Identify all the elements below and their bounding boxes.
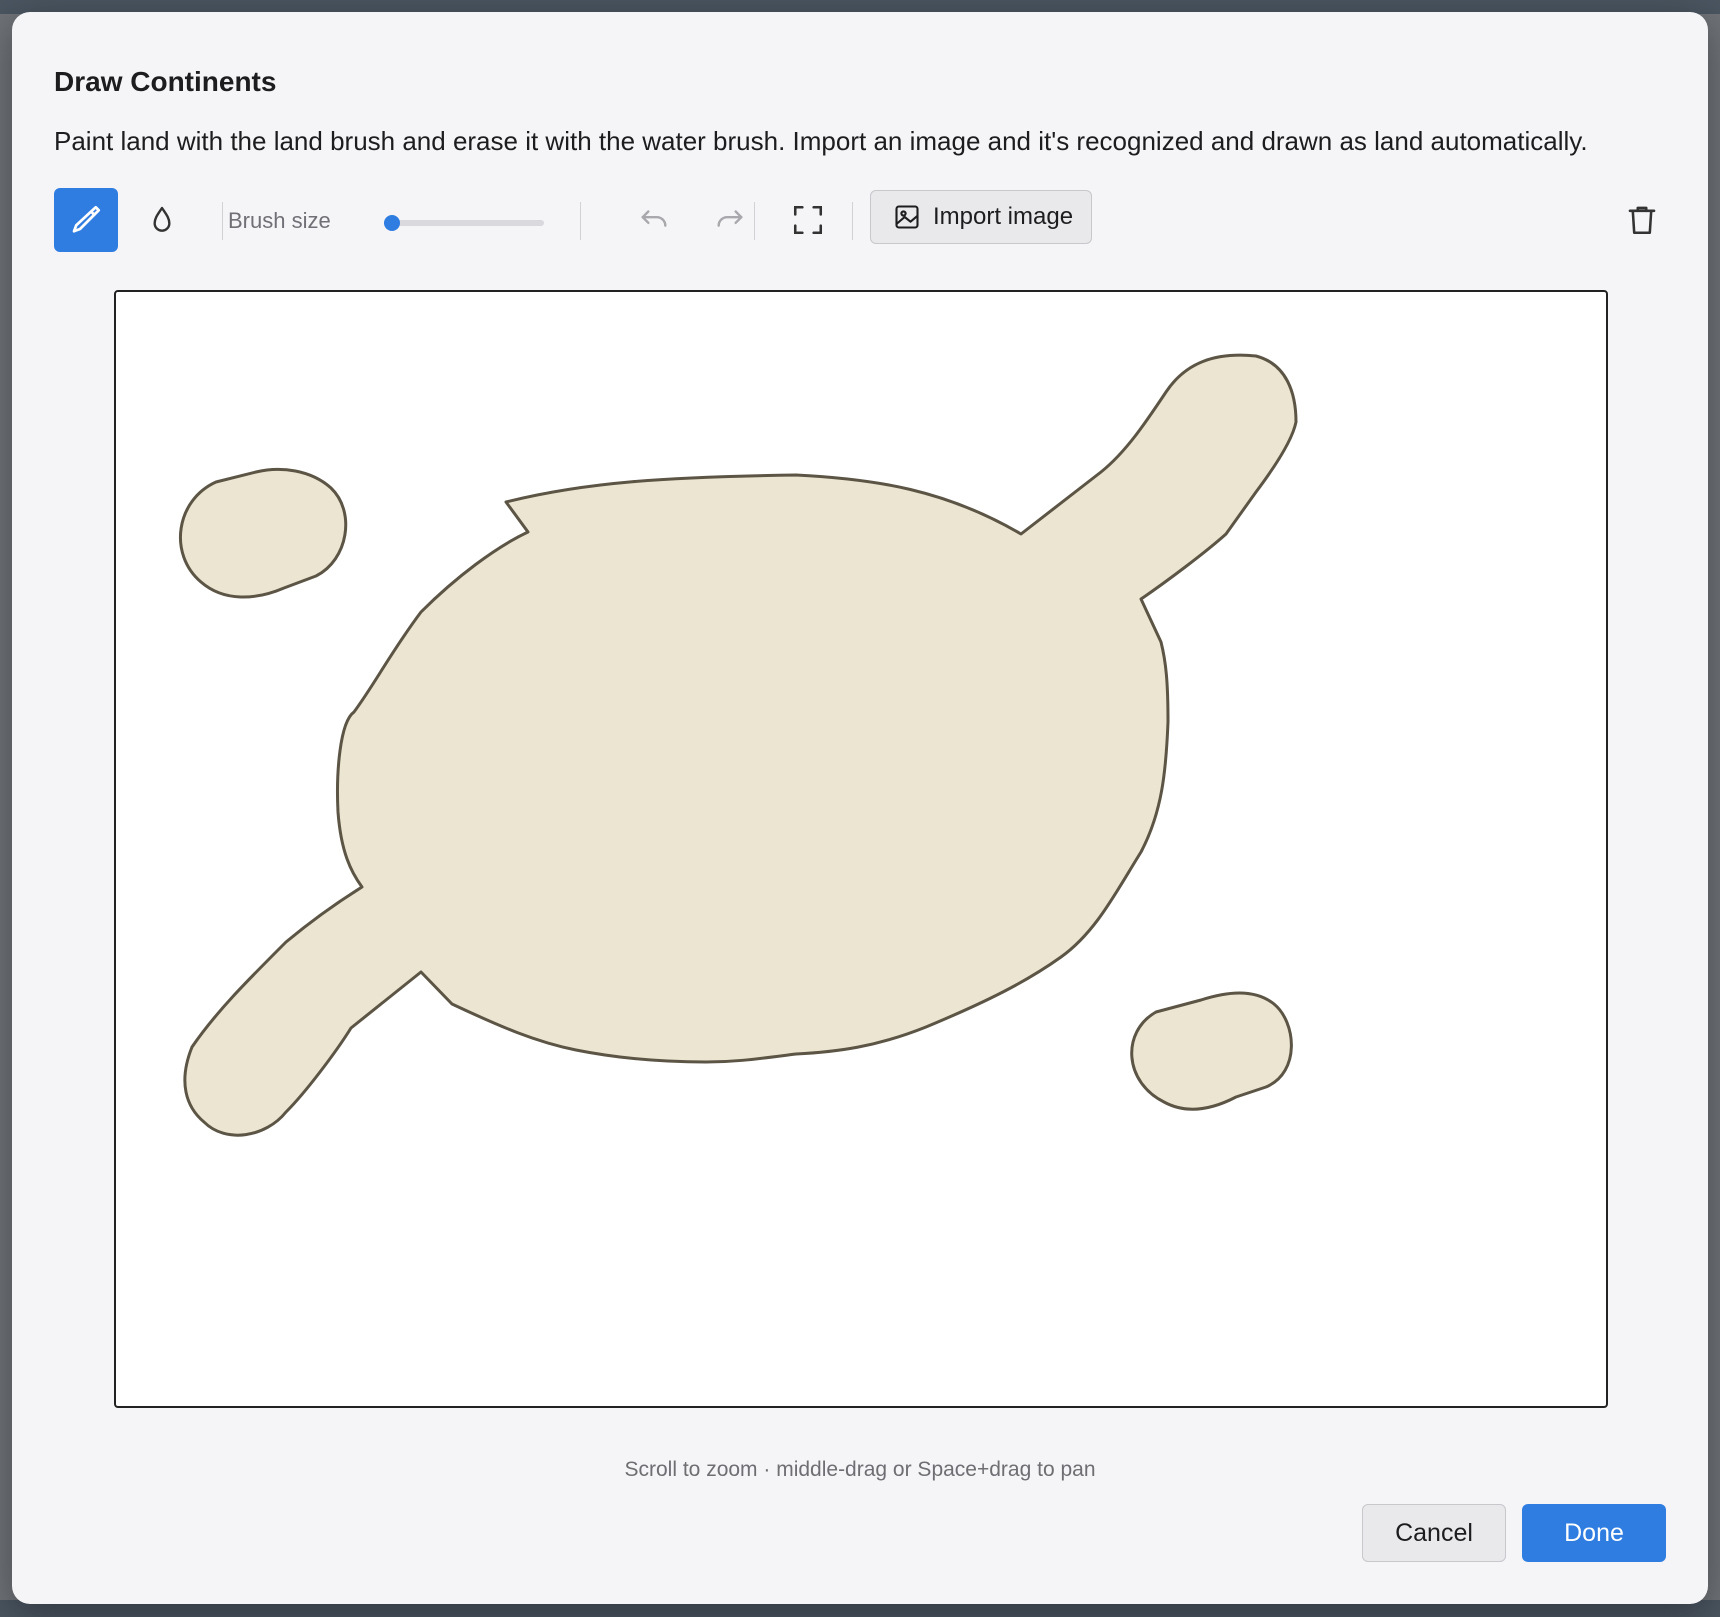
water-drop-icon — [153, 206, 171, 232]
dialog-title: Draw Continents — [54, 66, 277, 97]
toolbar-separator — [222, 202, 223, 240]
toolbar: Brush size Import image — [54, 188, 1674, 252]
trash-icon — [1628, 206, 1656, 235]
brush-size-slider-thumb[interactable] — [384, 215, 400, 231]
clear-canvas-button[interactable] — [1610, 188, 1674, 252]
land-map — [178, 353, 1298, 1137]
brush-icon — [72, 205, 101, 233]
brush-size-slider[interactable] — [384, 215, 544, 231]
dialog-description: Paint land with the land brush and erase… — [54, 126, 1588, 156]
land-island-top-left — [178, 467, 348, 599]
land-brush-button[interactable] — [54, 188, 118, 252]
redo-icon — [717, 210, 743, 227]
cancel-button[interactable]: Cancel — [1362, 1504, 1506, 1562]
water-brush-button[interactable] — [130, 188, 194, 252]
import-image-button[interactable]: Import image — [870, 190, 1092, 244]
canvas-hint: Scroll to zoom · middle-drag or Space+dr… — [624, 1458, 1096, 1481]
fit-to-screen-icon — [793, 205, 823, 235]
land-main-continent — [183, 353, 1298, 1137]
done-button[interactable]: Done — [1522, 1504, 1666, 1562]
undo-button[interactable] — [622, 188, 686, 252]
redo-button[interactable] — [698, 188, 762, 252]
toolbar-separator — [754, 202, 755, 240]
import-image-label: Import image — [933, 203, 1074, 230]
brush-size-label: Brush size — [228, 208, 331, 233]
fit-to-screen-button[interactable] — [776, 188, 840, 252]
draw-continents-dialog: Draw Continents Paint land with the land… — [12, 12, 1708, 1604]
toolbar-separator — [580, 202, 581, 240]
land-island-bottom-right — [1130, 991, 1293, 1111]
drawing-canvas[interactable] — [114, 290, 1608, 1408]
toolbar-separator — [852, 202, 853, 240]
image-icon — [895, 205, 919, 229]
undo-icon — [641, 210, 667, 227]
